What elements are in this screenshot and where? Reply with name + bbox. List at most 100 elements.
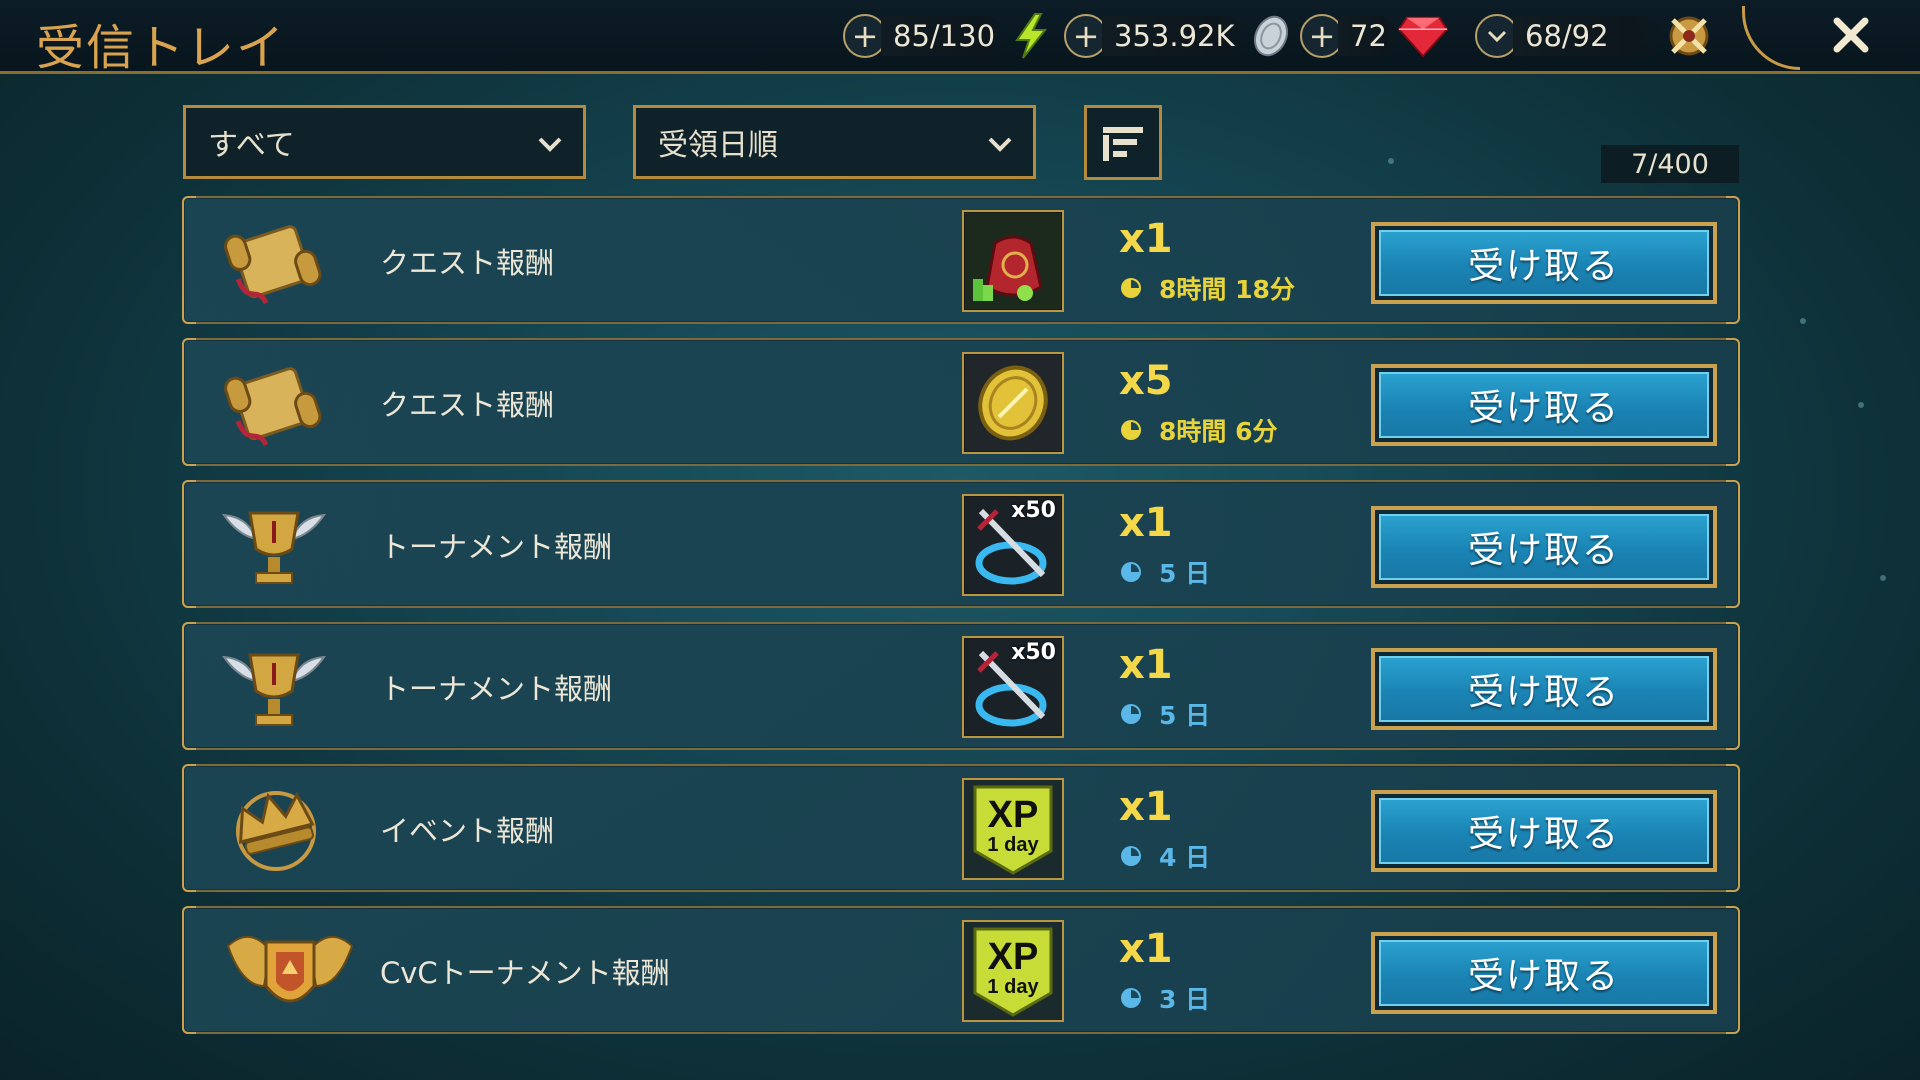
row-frame-left	[182, 622, 196, 750]
sort-direction-icon	[1103, 126, 1143, 161]
gems-value: 72	[1338, 16, 1397, 56]
expiry-timer: 3 日	[1119, 980, 1210, 1016]
reward-source-label: トーナメント報酬	[380, 672, 613, 706]
quest-scroll-icon	[214, 206, 334, 316]
inbox-capacity-counter: 7/400	[1601, 145, 1739, 183]
claim-button[interactable]: 受け取る	[1371, 364, 1717, 446]
page-title: 受信トレイ	[36, 20, 287, 76]
reward-source-label: トーナメント報酬	[380, 530, 613, 564]
arena-tokens-resource: 68/92	[1475, 12, 1715, 60]
reward-quantity: x1	[1119, 784, 1173, 830]
inbox-row: トーナメント報酬 x50 x1 5 日 受け取る	[182, 622, 1740, 750]
expiry-timer: 5 日	[1119, 696, 1210, 732]
row-frame-left	[182, 764, 196, 892]
arena-tokens-value: 68/92	[1513, 16, 1663, 56]
silver-coin-icon	[1245, 10, 1297, 62]
reward-item-tile[interactable]: XP 1 day	[962, 920, 1064, 1022]
background-sparkle	[1388, 158, 1394, 164]
xp-boost-title: XP	[988, 794, 1039, 836]
claim-button-label: 受け取る	[1379, 940, 1709, 1006]
clock-icon	[1121, 988, 1141, 1008]
clock-icon	[1121, 704, 1141, 724]
expiry-timer: 8時間 18分	[1119, 270, 1295, 306]
reward-item-tile[interactable]: x50	[962, 636, 1064, 738]
lightning-icon	[1005, 10, 1057, 62]
chevron-down-icon	[988, 137, 1012, 152]
inbox-row: トーナメント報酬 x50 x1 5 日 受け取る	[182, 480, 1740, 608]
reward-quantity: x1	[1119, 216, 1173, 262]
reward-stack-badge: x50	[1011, 498, 1056, 523]
claim-button[interactable]: 受け取る	[1371, 222, 1717, 304]
clock-icon	[1121, 278, 1141, 298]
close-button[interactable]	[1822, 6, 1880, 64]
expiry-time-text: 8時間 18分	[1159, 275, 1295, 304]
row-frame-right	[1726, 338, 1740, 466]
claim-button[interactable]: 受け取る	[1371, 506, 1717, 588]
chevron-down-icon	[1487, 30, 1507, 43]
ruby-gem-icon	[1397, 10, 1449, 62]
gold-coin-icon	[965, 355, 1061, 451]
row-frame-left	[182, 196, 196, 324]
reward-item-tile[interactable]	[962, 210, 1064, 312]
row-frame-left	[182, 906, 196, 1034]
clock-icon	[1121, 846, 1141, 866]
background-sparkle	[1800, 318, 1806, 324]
chevron-down-icon	[538, 137, 562, 152]
row-frame-right	[1726, 480, 1740, 608]
expiry-time-text: 8時間 6分	[1159, 417, 1278, 446]
reward-source-label: クエスト報酬	[380, 388, 555, 422]
reward-quantity: x1	[1119, 642, 1173, 688]
silver-resource: + 353.92K	[1064, 12, 1297, 60]
reward-source-label: イベント報酬	[380, 814, 555, 848]
sort-direction-button[interactable]	[1084, 105, 1162, 180]
reward-source-label: クエスト報酬	[380, 246, 555, 280]
category-filter-value: すべて	[208, 128, 295, 163]
corner-ornament	[1742, 6, 1800, 70]
sort-order-dropdown[interactable]: 受領日順	[633, 105, 1036, 179]
winged-shield-icon	[220, 916, 360, 1026]
energy-value: 85/130	[881, 16, 1006, 56]
reward-stack-badge: x50	[1011, 640, 1056, 665]
claim-button-label: 受け取る	[1379, 514, 1709, 580]
gems-resource: + 72	[1300, 12, 1449, 60]
expiry-timer: 8時間 6分	[1119, 412, 1278, 448]
silver-value: 353.92K	[1102, 16, 1245, 56]
row-frame-right	[1726, 764, 1740, 892]
background-sparkle	[1858, 402, 1864, 408]
crown-emblem-icon	[214, 774, 334, 884]
reward-quantity: x1	[1119, 500, 1173, 546]
xp-boost-duration: 1 day	[987, 976, 1039, 998]
row-frame-right	[1726, 906, 1740, 1034]
sort-order-value: 受領日順	[658, 128, 778, 163]
claim-button-label: 受け取る	[1379, 372, 1709, 438]
reward-quantity: x1	[1119, 926, 1173, 972]
reward-item-tile[interactable]: x50	[962, 494, 1064, 596]
claim-button[interactable]: 受け取る	[1371, 648, 1717, 730]
claim-button[interactable]: 受け取る	[1371, 932, 1717, 1014]
category-filter-dropdown[interactable]: すべて	[183, 105, 586, 179]
claim-button-label: 受け取る	[1379, 656, 1709, 722]
energy-resource: + 85/130	[843, 12, 1057, 60]
claim-button-label: 受け取る	[1379, 798, 1709, 864]
row-frame-left	[182, 480, 196, 608]
background-sparkle	[1880, 575, 1886, 581]
expiry-time-text: 4 日	[1159, 843, 1211, 872]
clock-icon	[1121, 562, 1141, 582]
winged-trophy-icon	[214, 490, 334, 600]
close-icon	[1833, 17, 1869, 53]
reward-item-tile[interactable]: XP 1 day	[962, 778, 1064, 880]
reward-quantity: x5	[1119, 358, 1173, 404]
inbox-row: イベント報酬 XP 1 day x1 4 日 受け取る	[182, 764, 1740, 892]
top-bar: 受信トレイ + 85/130 + 353.92K + 72 68/92	[0, 0, 1920, 76]
expiry-time-text: 3 日	[1159, 985, 1211, 1014]
reward-source-label: CvCトーナメント報酬	[380, 956, 670, 990]
expiry-timer: 4 日	[1119, 838, 1210, 874]
claim-button[interactable]: 受け取る	[1371, 790, 1717, 872]
xp-boost-duration: 1 day	[987, 834, 1039, 856]
claim-button-label: 受け取る	[1379, 230, 1709, 296]
inbox-row: CvCトーナメント報酬 XP 1 day x1 3 日 受け取る	[182, 906, 1740, 1034]
reward-item-tile[interactable]	[962, 352, 1064, 454]
xp-boost-icon: XP 1 day	[973, 927, 1053, 1017]
red-pouch-icon	[965, 213, 1061, 309]
expiry-time-text: 5 日	[1159, 701, 1211, 730]
